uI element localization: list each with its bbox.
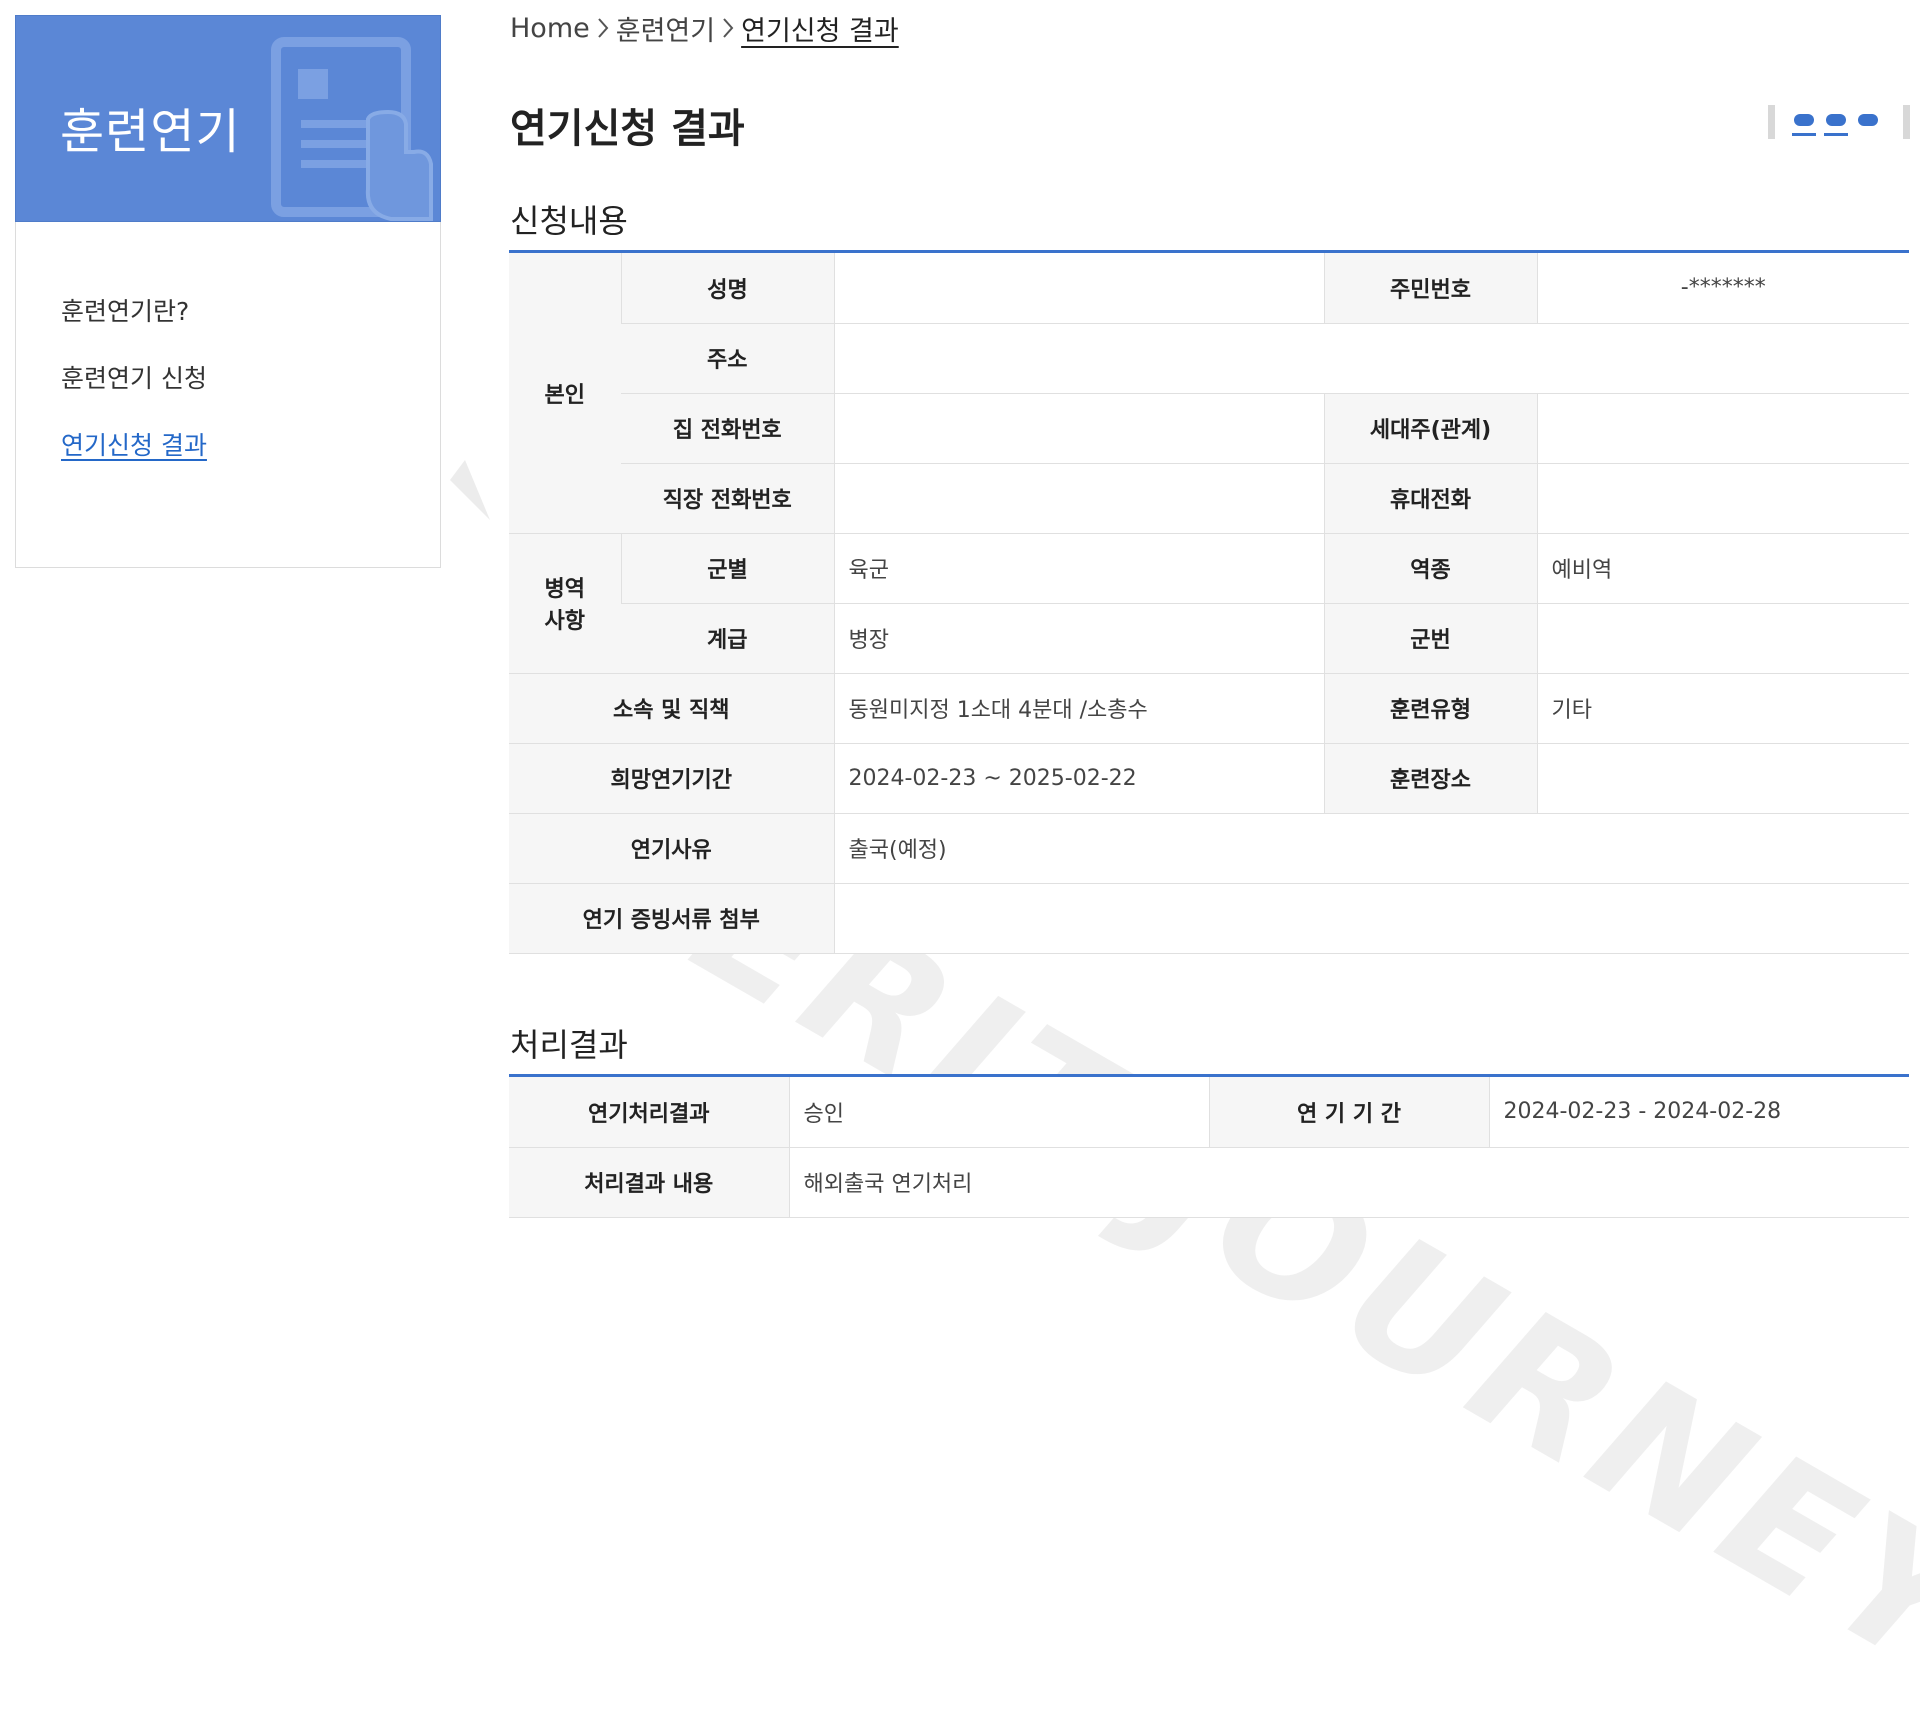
value-training-place (1537, 743, 1909, 813)
value-training-type: 기타 (1537, 673, 1909, 743)
table-row: 주소 (509, 323, 1909, 393)
section-title-result: 처리결과 (510, 1020, 628, 1066)
page-title: 연기신청 결과 (510, 96, 745, 154)
breadcrumb-training-delay[interactable]: 훈련연기 (616, 9, 715, 48)
sidebar-item-about[interactable]: 훈련연기란? (61, 292, 189, 328)
label-desired-period: 희망연기기간 (509, 743, 834, 813)
table-row: 연기처리결과 승인 연 기 기 간 2024-02-23 - 2024-02-2… (509, 1077, 1909, 1147)
value-name (834, 253, 1324, 323)
value-rank: 병장 (834, 603, 1324, 673)
form-hand-icon (256, 24, 441, 222)
label-branch: 군별 (621, 533, 834, 603)
label-mobile: 휴대전화 (1324, 463, 1537, 533)
table-row: 연기사유 출국(예정) (509, 813, 1909, 883)
group-self: 본인 (509, 253, 621, 533)
label-result-content: 처리결과 내용 (509, 1147, 789, 1217)
label-home-phone: 집 전화번호 (621, 393, 834, 463)
label-work-phone: 직장 전화번호 (621, 463, 834, 533)
group-military: 병역 사항 (509, 533, 621, 673)
label-unit-duty: 소속 및 직책 (509, 673, 834, 743)
label-rank: 계급 (621, 603, 834, 673)
label-address: 주소 (621, 323, 834, 393)
value-service-no (1537, 603, 1909, 673)
label-service-type: 역종 (1324, 533, 1537, 603)
label-service-no: 군번 (1324, 603, 1537, 673)
table-row: 희망연기기간 2024-02-23 ~ 2025-02-22 훈련장소 (509, 743, 1909, 813)
group-military-line1: 병역 (523, 571, 607, 603)
value-unit-duty: 동원미지정 1소대 4분대 /소총수 (834, 673, 1324, 743)
breadcrumb-current[interactable]: 연기신청 결과 (741, 9, 899, 48)
value-home-phone (834, 393, 1324, 463)
value-attachment (834, 883, 1909, 953)
value-branch: 육군 (834, 533, 1324, 603)
value-reason: 출국(예정) (834, 813, 1909, 883)
breadcrumb: Home 훈련연기 연기신청 결과 (510, 8, 899, 48)
value-householder (1537, 393, 1909, 463)
label-resident-no: 주민번호 (1324, 253, 1537, 323)
breadcrumb-home[interactable]: Home (510, 13, 590, 44)
title-decoration-icon (1768, 103, 1910, 143)
table-row: 소속 및 직책 동원미지정 1소대 4분대 /소총수 훈련유형 기타 (509, 673, 1909, 743)
value-address (834, 323, 1909, 393)
table-row: 계급 병장 군번 (509, 603, 1909, 673)
label-name: 성명 (621, 253, 834, 323)
table-row: 직장 전화번호 휴대전화 (509, 463, 1909, 533)
value-period: 2024-02-23 - 2024-02-28 (1489, 1077, 1909, 1147)
sidebar-item-apply[interactable]: 훈련연기 신청 (61, 359, 207, 395)
result-table: 연기처리결과 승인 연 기 기 간 2024-02-23 - 2024-02-2… (509, 1077, 1909, 1218)
section-title-application: 신청내용 (510, 196, 628, 242)
chevron-right-icon (715, 13, 741, 43)
sidebar-menu: 훈련연기란? 훈련연기 신청 연기신청 결과 (15, 222, 441, 568)
application-table: 본인 성명 주민번호 -******* 주소 집 전화번호 세대주(관계) 직장… (509, 253, 1909, 954)
chevron-right-icon (590, 13, 616, 43)
table-row: 연기 증빙서류 첨부 (509, 883, 1909, 953)
value-mobile (1537, 463, 1909, 533)
label-training-type: 훈련유형 (1324, 673, 1537, 743)
group-military-line2: 사항 (523, 603, 607, 635)
label-attachment: 연기 증빙서류 첨부 (509, 883, 834, 953)
label-period: 연 기 기 간 (1209, 1077, 1489, 1147)
label-training-place: 훈련장소 (1324, 743, 1537, 813)
table-row: 병역 사항 군별 육군 역종 예비역 (509, 533, 1909, 603)
value-result: 승인 (789, 1077, 1209, 1147)
value-desired-period: 2024-02-23 ~ 2025-02-22 (834, 743, 1324, 813)
value-service-type: 예비역 (1537, 533, 1909, 603)
sidebar-title: 훈련연기 (60, 92, 241, 162)
value-result-content: 해외출국 연기처리 (789, 1147, 1909, 1217)
label-reason: 연기사유 (509, 813, 834, 883)
label-householder: 세대주(관계) (1324, 393, 1537, 463)
value-work-phone (834, 463, 1324, 533)
table-row: 처리결과 내용 해외출국 연기처리 (509, 1147, 1909, 1217)
value-resident-no: -******* (1537, 253, 1909, 323)
label-result: 연기처리결과 (509, 1077, 789, 1147)
sidebar-item-result[interactable]: 연기신청 결과 (61, 426, 207, 462)
sidebar-header: 훈련연기 (15, 15, 441, 222)
table-row: 본인 성명 주민번호 -******* (509, 253, 1909, 323)
table-row: 집 전화번호 세대주(관계) (509, 393, 1909, 463)
